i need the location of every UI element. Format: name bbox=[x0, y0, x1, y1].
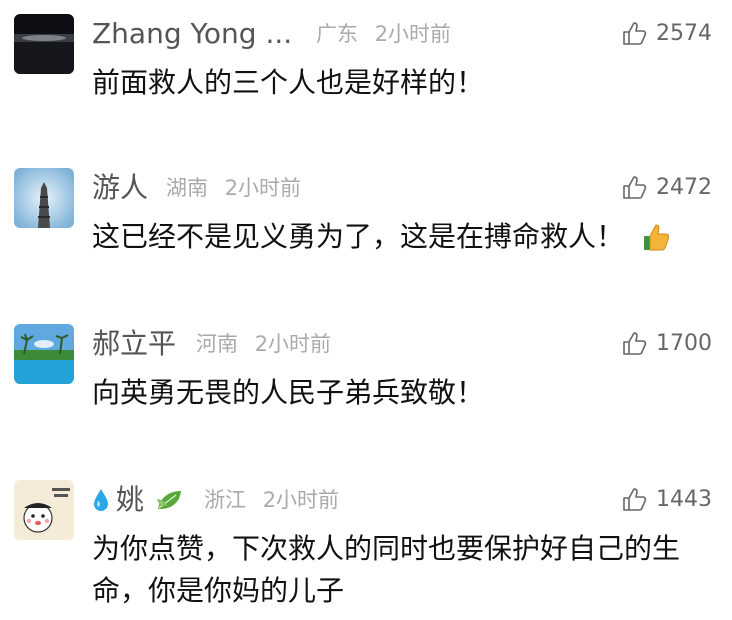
like-button[interactable]: 1443 bbox=[622, 480, 712, 520]
username[interactable]: 郝立平 bbox=[92, 324, 176, 364]
comment-item: 郝立平 河南 2小时前 1700 向英勇无畏的人民子弟兵致敬！ bbox=[0, 324, 732, 434]
thumbs-up-outline-icon bbox=[623, 176, 647, 199]
location: 湖南 bbox=[166, 176, 208, 200]
location: 浙江 bbox=[204, 488, 246, 512]
timestamp: 2小时前 bbox=[374, 22, 452, 46]
username[interactable]: 姚 bbox=[116, 480, 144, 520]
comment-text: 前面救人的三个人也是好样的！ bbox=[92, 66, 485, 99]
comment-text: 为你点赞，下次救人的同时也要保护好自己的生命，你是你妈的儿子 bbox=[92, 532, 681, 607]
comment-meta: 浙江 2小时前 bbox=[204, 480, 339, 520]
comment-item: 姚 浙江 2小时前 1443 为你点赞，下次救人的同时也要保护好自己的生命，你是… bbox=[0, 480, 732, 620]
username-row: 姚 bbox=[92, 480, 184, 520]
username[interactable]: Zhang Yong ... bbox=[92, 14, 292, 54]
like-button[interactable]: 1700 bbox=[622, 324, 712, 364]
like-count: 1443 bbox=[656, 487, 712, 512]
avatar-image-beach bbox=[14, 324, 74, 384]
comment-text-line: 这已经不是见义勇为了，这是在搏命救人！ bbox=[92, 216, 712, 258]
timestamp: 2小时前 bbox=[224, 176, 302, 200]
location: 河南 bbox=[196, 332, 238, 356]
thumbs-up-emoji-icon bbox=[643, 224, 670, 251]
timestamp: 2小时前 bbox=[254, 332, 332, 356]
comment-item: 游人 湖南 2小时前 2472 这已经不是见义勇为了，这是在搏命救人！ bbox=[0, 168, 732, 278]
comment-text: 向英勇无畏的人民子弟兵致敬！ bbox=[92, 376, 485, 409]
like-count: 2574 bbox=[656, 21, 712, 46]
location: 广东 bbox=[316, 22, 358, 46]
avatar[interactable] bbox=[14, 480, 74, 540]
comment-meta: 湖南 2小时前 bbox=[166, 168, 301, 208]
username[interactable]: 游人 bbox=[92, 168, 148, 208]
comment-item: Zhang Yong ... 广东 2小时前 2574 前面救人的三个人也是好样… bbox=[0, 14, 732, 124]
timestamp: 2小时前 bbox=[262, 488, 340, 512]
avatar-image-tower bbox=[14, 168, 74, 228]
like-count: 2472 bbox=[656, 175, 712, 200]
comment-text: 这已经不是见义勇为了，这是在搏命救人！ bbox=[92, 220, 625, 253]
thumbs-up-outline-icon bbox=[623, 488, 647, 511]
like-button[interactable]: 2472 bbox=[622, 168, 712, 208]
like-count: 1700 bbox=[656, 331, 712, 356]
leaf-icon bbox=[157, 491, 182, 509]
like-button[interactable]: 2574 bbox=[622, 14, 712, 54]
avatar[interactable] bbox=[14, 168, 74, 228]
comment-meta: 广东 2小时前 bbox=[316, 14, 451, 54]
avatar-image-night-sky bbox=[14, 14, 74, 74]
avatar[interactable] bbox=[14, 324, 74, 384]
avatar[interactable] bbox=[14, 14, 74, 74]
water-drop-icon bbox=[94, 489, 108, 511]
thumbs-up-outline-icon bbox=[623, 22, 647, 45]
thumbs-up-outline-icon bbox=[623, 332, 647, 355]
comment-meta: 河南 2小时前 bbox=[196, 324, 331, 364]
avatar-image-cartoon bbox=[14, 480, 74, 540]
